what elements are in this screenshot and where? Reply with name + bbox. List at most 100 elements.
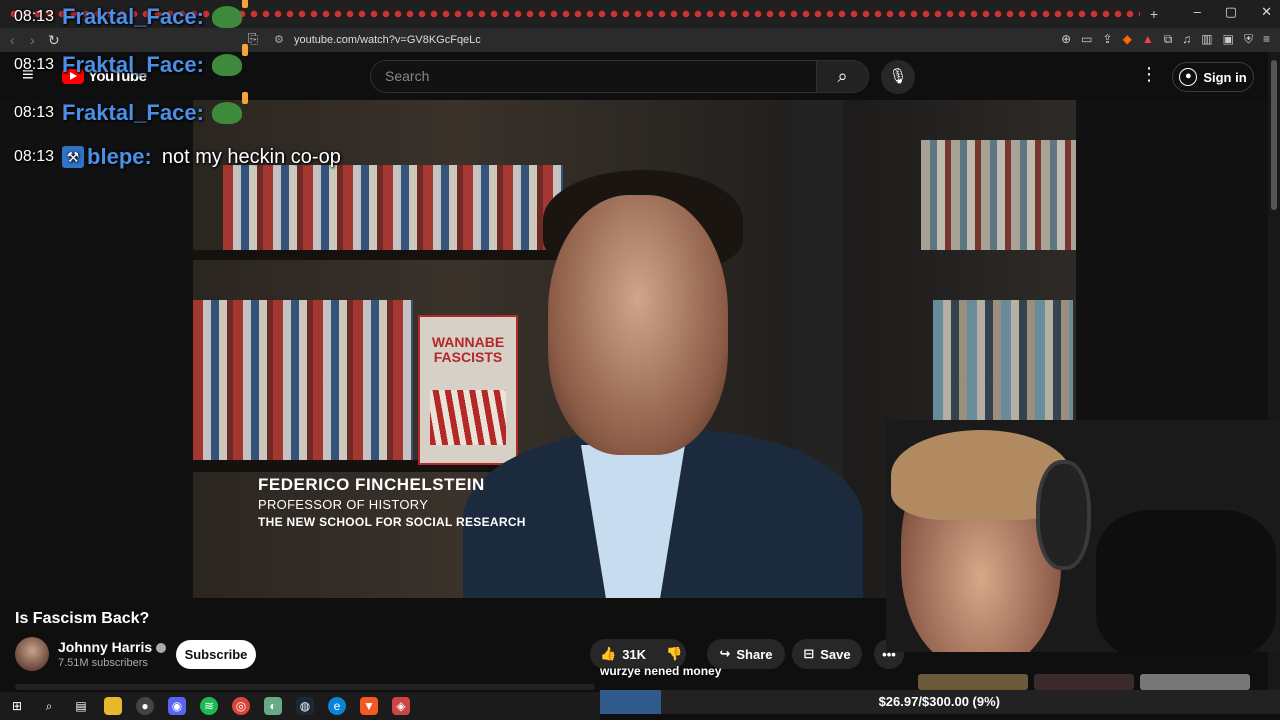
search-icon: ⌕	[837, 66, 848, 86]
reload-icon[interactable]: ↻	[48, 32, 60, 49]
bookshelf-right-top	[921, 140, 1076, 250]
maximize-button[interactable]: ▢	[1225, 4, 1237, 20]
pepe-emote-icon	[211, 44, 248, 76]
discord-icon[interactable]: ◉	[168, 697, 186, 715]
pickaxe-badge-icon: ⚒	[62, 146, 85, 168]
donation-goal-label: wurzye nened money	[600, 664, 722, 678]
rewards-icon[interactable]: ▲	[1142, 32, 1154, 47]
channel-name-row[interactable]: Johnny Harris	[58, 639, 167, 655]
wannabe-fascists-book: WANNABE FASCISTS	[418, 315, 518, 465]
sidebar-icon[interactable]: ▥	[1201, 32, 1212, 47]
recommended-thumbnail[interactable]	[1140, 674, 1250, 690]
spotify-icon[interactable]: ≋	[200, 697, 218, 715]
channel-avatar[interactable]	[15, 637, 49, 671]
task-view-icon[interactable]: ▤	[72, 697, 90, 715]
chat-text: not my heckin co-op	[161, 145, 341, 168]
back-icon[interactable]: ‹	[10, 32, 15, 48]
brave-browser-icon[interactable]: ▼	[360, 697, 378, 715]
chat-username: Fraktal_Face:	[62, 4, 204, 29]
subscriber-count: 7.51M subscribers	[58, 657, 148, 669]
recommended-thumbnail[interactable]	[918, 674, 1028, 690]
sign-in-button[interactable]: ● Sign in	[1172, 62, 1254, 92]
search-input[interactable]: Search	[370, 60, 817, 93]
chat-message: 08:13 Fraktal_Face:	[14, 44, 248, 78]
like-button[interactable]: 👍 31K	[590, 646, 656, 662]
sign-in-label: Sign in	[1203, 69, 1247, 85]
recommendation-thumbnails	[918, 674, 1258, 690]
brave-shield-icon[interactable]: ◆	[1123, 32, 1132, 47]
thumbs-down-icon: 👎	[666, 646, 683, 661]
chat-message: 08:13 ⚒ blepe: not my heckin co-op	[14, 144, 341, 170]
app-icon[interactable]: ◐	[264, 697, 282, 715]
steam-icon[interactable]: ◍	[296, 697, 314, 715]
bookshelf-top	[223, 165, 563, 255]
book-title: WANNABE FASCISTS	[431, 334, 505, 365]
windows-taskbar: ⊞ ⌕ ▤ ● ◉ ≋ ◎ ◐ ◍ e ▼ ◈	[0, 692, 600, 720]
chat-time: 08:13	[14, 148, 55, 165]
media-icon[interactable]: ♫	[1182, 32, 1191, 47]
bookmark-save-icon: ⊟	[803, 646, 815, 661]
edge-icon[interactable]: e	[328, 697, 346, 715]
puzzle-icon[interactable]: ⧉	[1164, 32, 1173, 47]
window-controls: – ▢ ✕	[1194, 4, 1272, 20]
dislike-button[interactable]: 👎	[656, 646, 692, 662]
pepe-emote-icon	[211, 0, 248, 28]
wallet-icon[interactable]: ▣	[1223, 32, 1234, 47]
chat-time: 08:13	[14, 104, 55, 121]
channel-name[interactable]: Johnny Harris	[58, 639, 152, 655]
lower-third: FEDERICO FINCHELSTEIN PROFESSOR OF HISTO…	[258, 475, 526, 529]
donation-progress-fill	[600, 690, 662, 714]
share-label: Share	[736, 646, 773, 662]
book-stack	[193, 300, 413, 460]
search-taskbar-icon[interactable]: ⌕	[40, 697, 58, 715]
description-box-edge	[15, 684, 595, 690]
minimize-button[interactable]: –	[1194, 4, 1201, 20]
zoom-icon[interactable]: ⊕	[1061, 32, 1071, 47]
url-field[interactable]: ⚙ youtube.com/watch?v=GV8KGcFqeLc	[272, 31, 992, 49]
vpn-icon[interactable]: ⛨	[1244, 32, 1253, 47]
thumbs-up-icon: 👍	[600, 646, 617, 661]
video-title: Is Fascism Back?	[15, 610, 150, 627]
bookshelf-right-bottom	[933, 300, 1073, 430]
chat-username: blepe:	[87, 144, 152, 169]
voice-search-button[interactable]: 🎙	[881, 60, 915, 94]
speaker-name: FEDERICO FINCHELSTEIN	[258, 475, 485, 494]
more-options-icon[interactable]: ⋮	[1140, 64, 1158, 85]
url-text: youtube.com/watch?v=GV8KGcFqeLc	[294, 34, 481, 46]
save-label: Save	[820, 646, 851, 662]
subscribe-button[interactable]: Subscribe	[176, 640, 256, 669]
share-page-icon[interactable]: ⇪	[1103, 32, 1113, 47]
streamer-webcam	[886, 420, 1280, 652]
bookmark-icon[interactable]: ⎘	[248, 31, 258, 47]
verified-icon	[156, 643, 167, 654]
headphones	[1036, 460, 1091, 570]
forward-icon[interactable]: ›	[30, 32, 35, 48]
close-window-button[interactable]: ✕	[1261, 4, 1272, 20]
speaker-organization: THE NEW SCHOOL FOR SOCIAL RESEARCH	[258, 515, 526, 529]
save-button[interactable]: ⊟ Save	[792, 639, 862, 669]
book-cover-rays	[430, 390, 506, 445]
site-info-icon[interactable]: ⚙	[274, 31, 284, 49]
chat-message: 08:13 Fraktal_Face:	[14, 0, 248, 30]
screen-icon[interactable]: ▭	[1081, 32, 1092, 47]
chrome-icon[interactable]: ◎	[232, 697, 250, 715]
new-tab-button[interactable]: +	[1150, 6, 1158, 22]
menu-dots-icon[interactable]: ≡	[1263, 32, 1270, 47]
microphone-icon: 🎙	[888, 68, 908, 85]
chat-time: 08:13	[14, 56, 55, 73]
recommended-thumbnail[interactable]	[1034, 674, 1134, 690]
obs-icon[interactable]: ●	[136, 697, 154, 715]
pepe-emote-icon	[211, 92, 248, 124]
chat-time: 08:13	[14, 8, 55, 25]
file-explorer-icon[interactable]	[104, 697, 122, 715]
speaker-title: PROFESSOR OF HISTORY	[258, 497, 429, 512]
windows-start-icon[interactable]: ⊞	[8, 697, 26, 715]
donation-progress-bar: $26.97/$300.00 (9%)	[600, 690, 1280, 714]
app-icon[interactable]: ◈	[392, 697, 410, 715]
scrollbar-thumb[interactable]	[1271, 60, 1277, 210]
chat-message: 08:13 Fraktal_Face:	[14, 92, 248, 126]
address-bar: ‹ › ↻ ⎘ ⚙ youtube.com/watch?v=GV8KGcFqeL…	[0, 28, 1280, 52]
gaming-chair	[1096, 510, 1276, 652]
search-button[interactable]: ⌕	[817, 60, 869, 93]
chat-username: Fraktal_Face:	[62, 100, 204, 125]
